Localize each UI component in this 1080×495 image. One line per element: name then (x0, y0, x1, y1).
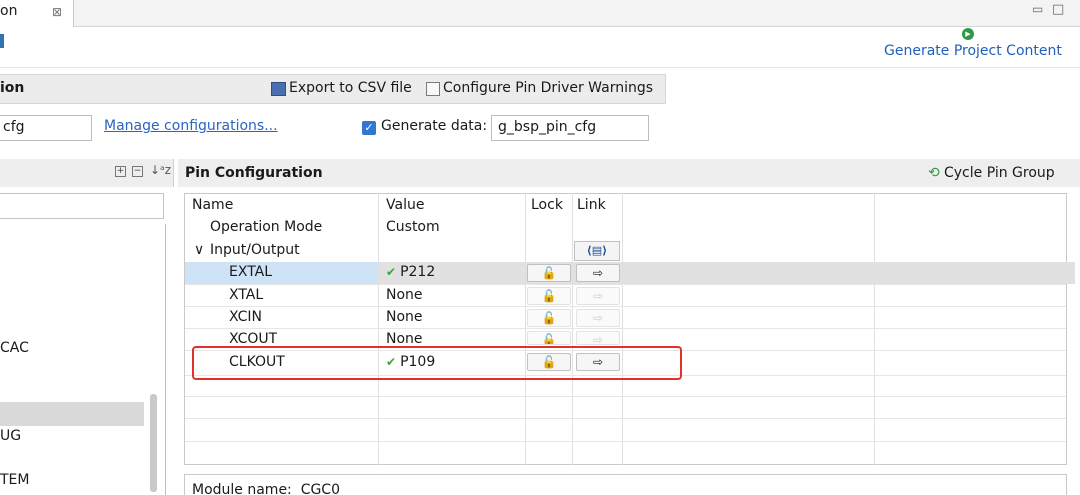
table-row-selected-bg (378, 262, 1075, 284)
minimize-icon[interactable]: ▭ (1032, 2, 1043, 16)
row-divider (185, 328, 1066, 329)
tab-label: on (0, 3, 18, 19)
generate-project-content-button[interactable]: Generate Project Content (884, 43, 1062, 59)
section-title: ion (0, 80, 25, 96)
link-button: ⇨ (576, 287, 620, 305)
tree-item[interactable]: UG (0, 428, 21, 444)
row-divider (185, 418, 1066, 419)
header-fragment (0, 34, 4, 48)
configure-warnings-icon[interactable] (426, 82, 440, 96)
column-divider (874, 193, 875, 465)
left-pane-header (0, 159, 174, 187)
row-divider (185, 441, 1066, 442)
chevron-down-icon[interactable]: ∨ (194, 242, 204, 258)
tree-item[interactable]: CAC (0, 340, 29, 356)
row-divider (185, 306, 1066, 307)
column-divider (572, 193, 573, 465)
row-value[interactable]: ✔ P212 (386, 264, 435, 280)
divider (0, 67, 1080, 68)
tab-close-icon[interactable]: ⊠ (52, 5, 62, 19)
link-button: ⇨ (576, 331, 620, 345)
collapse-all-icon[interactable]: − (132, 166, 143, 177)
row-value[interactable]: None (386, 309, 423, 325)
tree-selected-row[interactable] (0, 402, 144, 426)
row-value[interactable]: None (386, 287, 423, 303)
filter-input[interactable] (0, 193, 164, 219)
arrow-right-icon: ⇨ (592, 266, 604, 280)
peripheral-tree (0, 224, 166, 495)
configuration-select[interactable]: cfg (0, 115, 92, 141)
link-all-button[interactable]: ⟨▤⟩ (574, 241, 620, 261)
generate-data-input[interactable]: g_bsp_pin_cfg (491, 115, 649, 141)
manage-configurations-link[interactable]: Manage configurations... (104, 118, 278, 134)
column-divider (525, 193, 526, 465)
play-icon[interactable]: ▶ (962, 28, 974, 40)
lock-button[interactable]: 🔓 (527, 264, 571, 282)
row-name[interactable]: XCOUT (229, 331, 277, 345)
configure-pin-driver-warnings-button[interactable]: Configure Pin Driver Warnings (443, 80, 653, 96)
module-name: Module name: CGC0 (192, 482, 340, 495)
row-name[interactable]: EXTAL (229, 264, 272, 280)
group-name[interactable]: Input/Output (210, 242, 300, 258)
pin-configuration-title: Pin Configuration (185, 165, 323, 181)
row-divider (185, 396, 1066, 397)
expand-all-icon[interactable]: + (115, 166, 126, 177)
tree-item[interactable]: TEM (0, 472, 29, 488)
sort-icon[interactable]: ↓ᵃz (150, 163, 171, 177)
column-divider (622, 193, 623, 465)
cycle-icon[interactable]: ⟲ (928, 165, 940, 181)
link-button: ⇨ (576, 309, 620, 327)
column-header-lock[interactable]: Lock (531, 197, 563, 213)
column-header-name[interactable]: Name (192, 197, 233, 213)
editor-tab-bar (0, 0, 1080, 27)
highlight-annotation-box (192, 346, 682, 380)
row-name[interactable]: Operation Mode (210, 219, 322, 235)
row-name[interactable]: XTAL (229, 287, 263, 303)
row-divider (185, 284, 1066, 285)
row-name[interactable]: XCIN (229, 309, 262, 325)
lock-button: 🔓 (527, 309, 571, 327)
lock-icon: 🔓 (541, 266, 557, 280)
cycle-pin-group-button[interactable]: Cycle Pin Group (944, 165, 1055, 181)
check-icon: ✔ (386, 265, 397, 279)
scrollbar-thumb[interactable] (150, 394, 157, 492)
column-divider (378, 193, 379, 465)
row-value-text: P212 (400, 264, 436, 280)
column-header-link[interactable]: Link (577, 197, 606, 213)
export-csv-icon[interactable] (271, 82, 286, 96)
column-header-value[interactable]: Value (386, 197, 424, 213)
row-value[interactable]: None (386, 331, 423, 345)
row-value[interactable]: Custom (386, 219, 440, 235)
module-name-value: CGC0 (300, 482, 340, 495)
lock-button: 🔓 (527, 331, 571, 345)
link-button[interactable]: ⇨ (576, 264, 620, 282)
table-row-selected[interactable] (185, 262, 378, 284)
lock-button: 🔓 (527, 287, 571, 305)
export-csv-button[interactable]: Export to CSV file (289, 80, 412, 96)
module-name-label: Module name: (192, 482, 292, 495)
generate-data-label: Generate data: (381, 118, 488, 134)
maximize-icon[interactable]: □ (1052, 2, 1064, 17)
generate-data-checkbox[interactable]: ✓ (362, 121, 376, 135)
